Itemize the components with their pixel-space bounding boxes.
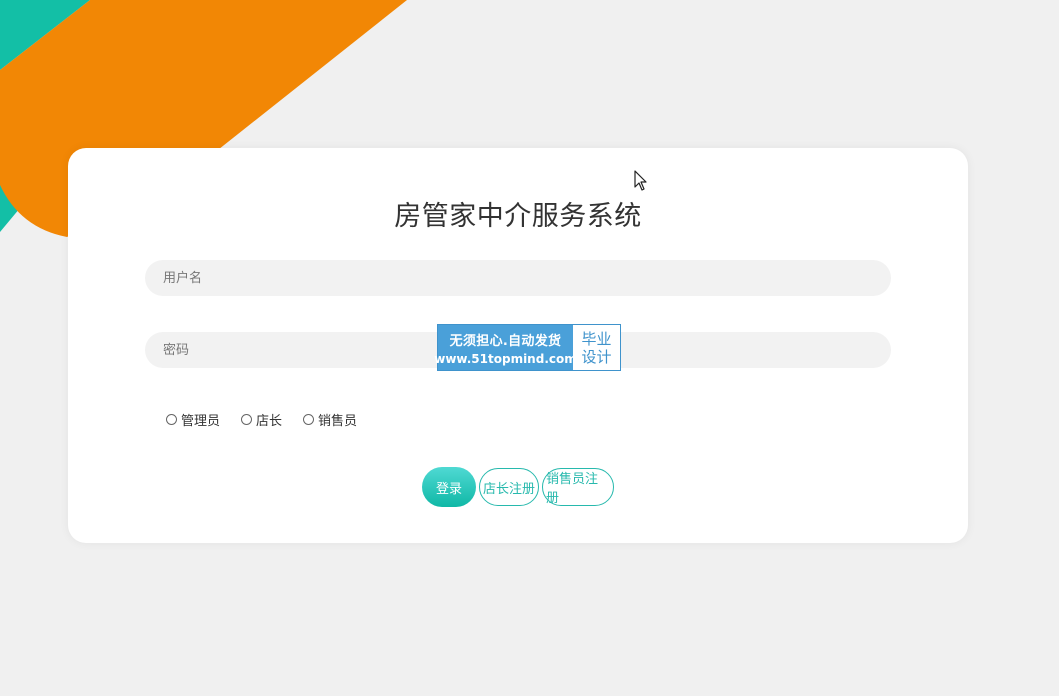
watermark-tag-line2: 设计 [581,347,612,366]
watermark-right: 毕业 设计 [573,325,620,370]
role-label: 管理员 [181,414,221,429]
login-page: 房管家中介服务系统 管理员 店长 销售员 登录 店长注册 销售员注册 无须 [0,0,1059,696]
radio-icon[interactable] [166,414,177,425]
salesperson-register-button[interactable]: 销售员注册 [542,468,614,506]
role-label: 销售员 [318,414,358,429]
role-label: 店长 [256,414,283,429]
page-title: 房管家中介服务系统 [394,201,642,232]
action-buttons: 登录 店长注册 销售员注册 [422,467,614,507]
role-option-salesperson[interactable]: 销售员 [303,410,357,429]
login-button[interactable]: 登录 [422,467,476,507]
role-option-admin[interactable]: 管理员 [166,410,220,429]
role-option-shop-manager[interactable]: 店长 [241,410,282,429]
watermark-badge: 无须担心.自动发货 www.51topmind.com 毕业 设计 [434,324,621,371]
role-selector: 管理员 店长 销售员 [166,410,378,429]
username-input[interactable] [145,260,891,296]
watermark-slogan: 无须担心.自动发货 [449,333,562,349]
radio-icon[interactable] [241,414,253,425]
shop-manager-register-button[interactable]: 店长注册 [479,468,539,506]
mouse-pointer-icon [634,170,647,191]
radio-icon[interactable] [303,414,315,425]
watermark-tag-line1: 毕业 [581,329,612,348]
watermark-url: www.51topmind.com [434,351,577,366]
watermark-left: 无须担心.自动发货 www.51topmind.com [434,325,577,370]
